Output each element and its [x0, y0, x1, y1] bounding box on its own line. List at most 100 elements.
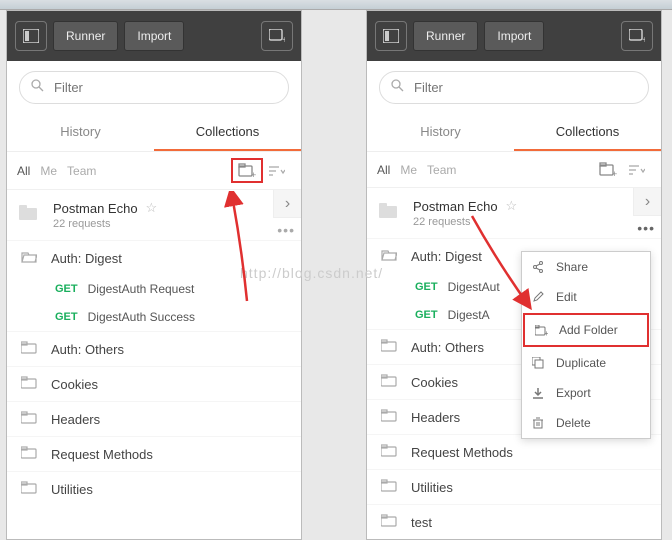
filter-team[interactable]: Team [67, 164, 96, 178]
folder-label: Auth: Digest [411, 249, 482, 264]
folder-label: Utilities [51, 482, 93, 497]
menu-add-folder[interactable]: + Add Folder [523, 313, 649, 347]
more-icon[interactable]: ••• [277, 222, 295, 238]
tab-history[interactable]: History [7, 114, 154, 151]
collection-header[interactable]: Postman Echo ☆ 22 requests › ••• [7, 190, 301, 240]
folder-open-icon [381, 248, 397, 264]
menu-share[interactable]: Share [522, 252, 650, 282]
edit-icon [532, 291, 546, 303]
request-name: DigestAuth Success [88, 310, 195, 324]
svg-text:+: + [612, 169, 617, 177]
tab-history[interactable]: History [367, 114, 514, 151]
collection-name: Postman Echo [413, 199, 498, 214]
context-menu: Share Edit + Add Folder Duplicate Export… [521, 251, 651, 439]
filter-team[interactable]: Team [427, 163, 456, 177]
collection-name: Postman Echo [53, 201, 138, 216]
menu-label: Share [556, 260, 588, 274]
export-icon [532, 387, 546, 399]
svg-text:+: + [282, 35, 285, 43]
menu-duplicate[interactable]: Duplicate [522, 348, 650, 378]
folder-icon [381, 444, 397, 460]
folder-cookies[interactable]: Cookies [7, 366, 301, 401]
folder-label: test [411, 515, 432, 530]
add-collection-icon[interactable]: + [231, 158, 263, 183]
folder-headers[interactable]: Headers [7, 401, 301, 436]
folder-icon [21, 481, 37, 497]
folder-icon [381, 374, 397, 390]
request-name: DigestA [448, 308, 490, 322]
search-icon [391, 79, 404, 97]
folder-label: Utilities [411, 480, 453, 495]
menu-delete[interactable]: Delete [522, 408, 650, 438]
share-icon [532, 261, 546, 273]
collection-icon [19, 205, 39, 226]
folder-label: Auth: Digest [51, 251, 122, 266]
collection-count: 22 requests [53, 218, 291, 230]
folder-utilities[interactable]: Utilities [367, 469, 661, 504]
sidebar-toggle-button[interactable] [15, 21, 47, 51]
search-icon [31, 79, 44, 97]
add-folder-icon: + [535, 325, 549, 336]
folder-auth-others[interactable]: Auth: Others [7, 331, 301, 366]
menu-label: Delete [556, 416, 591, 430]
folder-request-methods[interactable]: Request Methods [7, 436, 301, 471]
folder-label: Auth: Others [51, 342, 124, 357]
svg-text:+: + [642, 35, 645, 43]
request-name: DigestAut [448, 280, 500, 294]
filter-all[interactable]: All [17, 164, 30, 178]
collection-header[interactable]: Postman Echo ☆ 22 requests › ••• [367, 188, 661, 238]
request-row[interactable]: GET DigestAuth Success [7, 303, 301, 331]
folder-request-methods[interactable]: Request Methods [367, 434, 661, 469]
expand-chevron-icon[interactable]: › [633, 188, 661, 216]
new-window-button[interactable]: + [261, 21, 293, 51]
svg-text:+: + [544, 329, 548, 336]
expand-chevron-icon[interactable]: › [273, 190, 301, 218]
star-icon[interactable]: ☆ [506, 198, 518, 214]
sidebar-toggle-button[interactable] [375, 21, 407, 51]
folder-open-icon [21, 250, 37, 266]
method-badge: GET [415, 309, 438, 321]
folder-label: Headers [411, 410, 460, 425]
menu-label: Export [556, 386, 591, 400]
svg-text:+: + [251, 170, 256, 178]
folder-icon [381, 479, 397, 495]
folder-label: Auth: Others [411, 340, 484, 355]
folder-label: Cookies [411, 375, 458, 390]
filter-me[interactable]: Me [400, 163, 417, 177]
tab-collections[interactable]: Collections [154, 114, 301, 151]
runner-button[interactable]: Runner [413, 21, 478, 51]
watermark-text: http://blog.csdn.net/ [240, 265, 383, 281]
right-panel: Runner Import + History Collections All … [366, 10, 662, 540]
method-badge: GET [415, 281, 438, 293]
menu-label: Edit [556, 290, 577, 304]
folder-label: Headers [51, 412, 100, 427]
import-button[interactable]: Import [484, 21, 544, 51]
folder-icon [21, 446, 37, 462]
filter-input[interactable] [19, 71, 289, 104]
folder-icon [381, 339, 397, 355]
filter-all[interactable]: All [377, 163, 390, 177]
import-button[interactable]: Import [124, 21, 184, 51]
toolbar: Runner Import + [7, 11, 301, 61]
collection-icon [379, 203, 399, 224]
add-collection-icon[interactable]: + [593, 158, 623, 181]
folder-icon [21, 411, 37, 427]
folder-icon [381, 514, 397, 530]
menu-export[interactable]: Export [522, 378, 650, 408]
folder-utilities[interactable]: Utilities [7, 471, 301, 506]
star-icon[interactable]: ☆ [146, 200, 158, 216]
folder-label: Request Methods [411, 445, 513, 460]
more-icon[interactable]: ••• [637, 220, 655, 236]
tab-collections[interactable]: Collections [514, 114, 661, 151]
filter-me[interactable]: Me [40, 164, 57, 178]
filter-input[interactable] [379, 71, 649, 104]
folder-icon [21, 376, 37, 392]
new-window-button[interactable]: + [621, 21, 653, 51]
menu-edit[interactable]: Edit [522, 282, 650, 312]
runner-button[interactable]: Runner [53, 21, 118, 51]
sort-icon[interactable] [263, 161, 291, 181]
method-badge: GET [55, 283, 78, 295]
sort-icon[interactable] [623, 160, 651, 180]
menu-label: Add Folder [559, 323, 618, 337]
request-name: DigestAuth Request [88, 282, 195, 296]
